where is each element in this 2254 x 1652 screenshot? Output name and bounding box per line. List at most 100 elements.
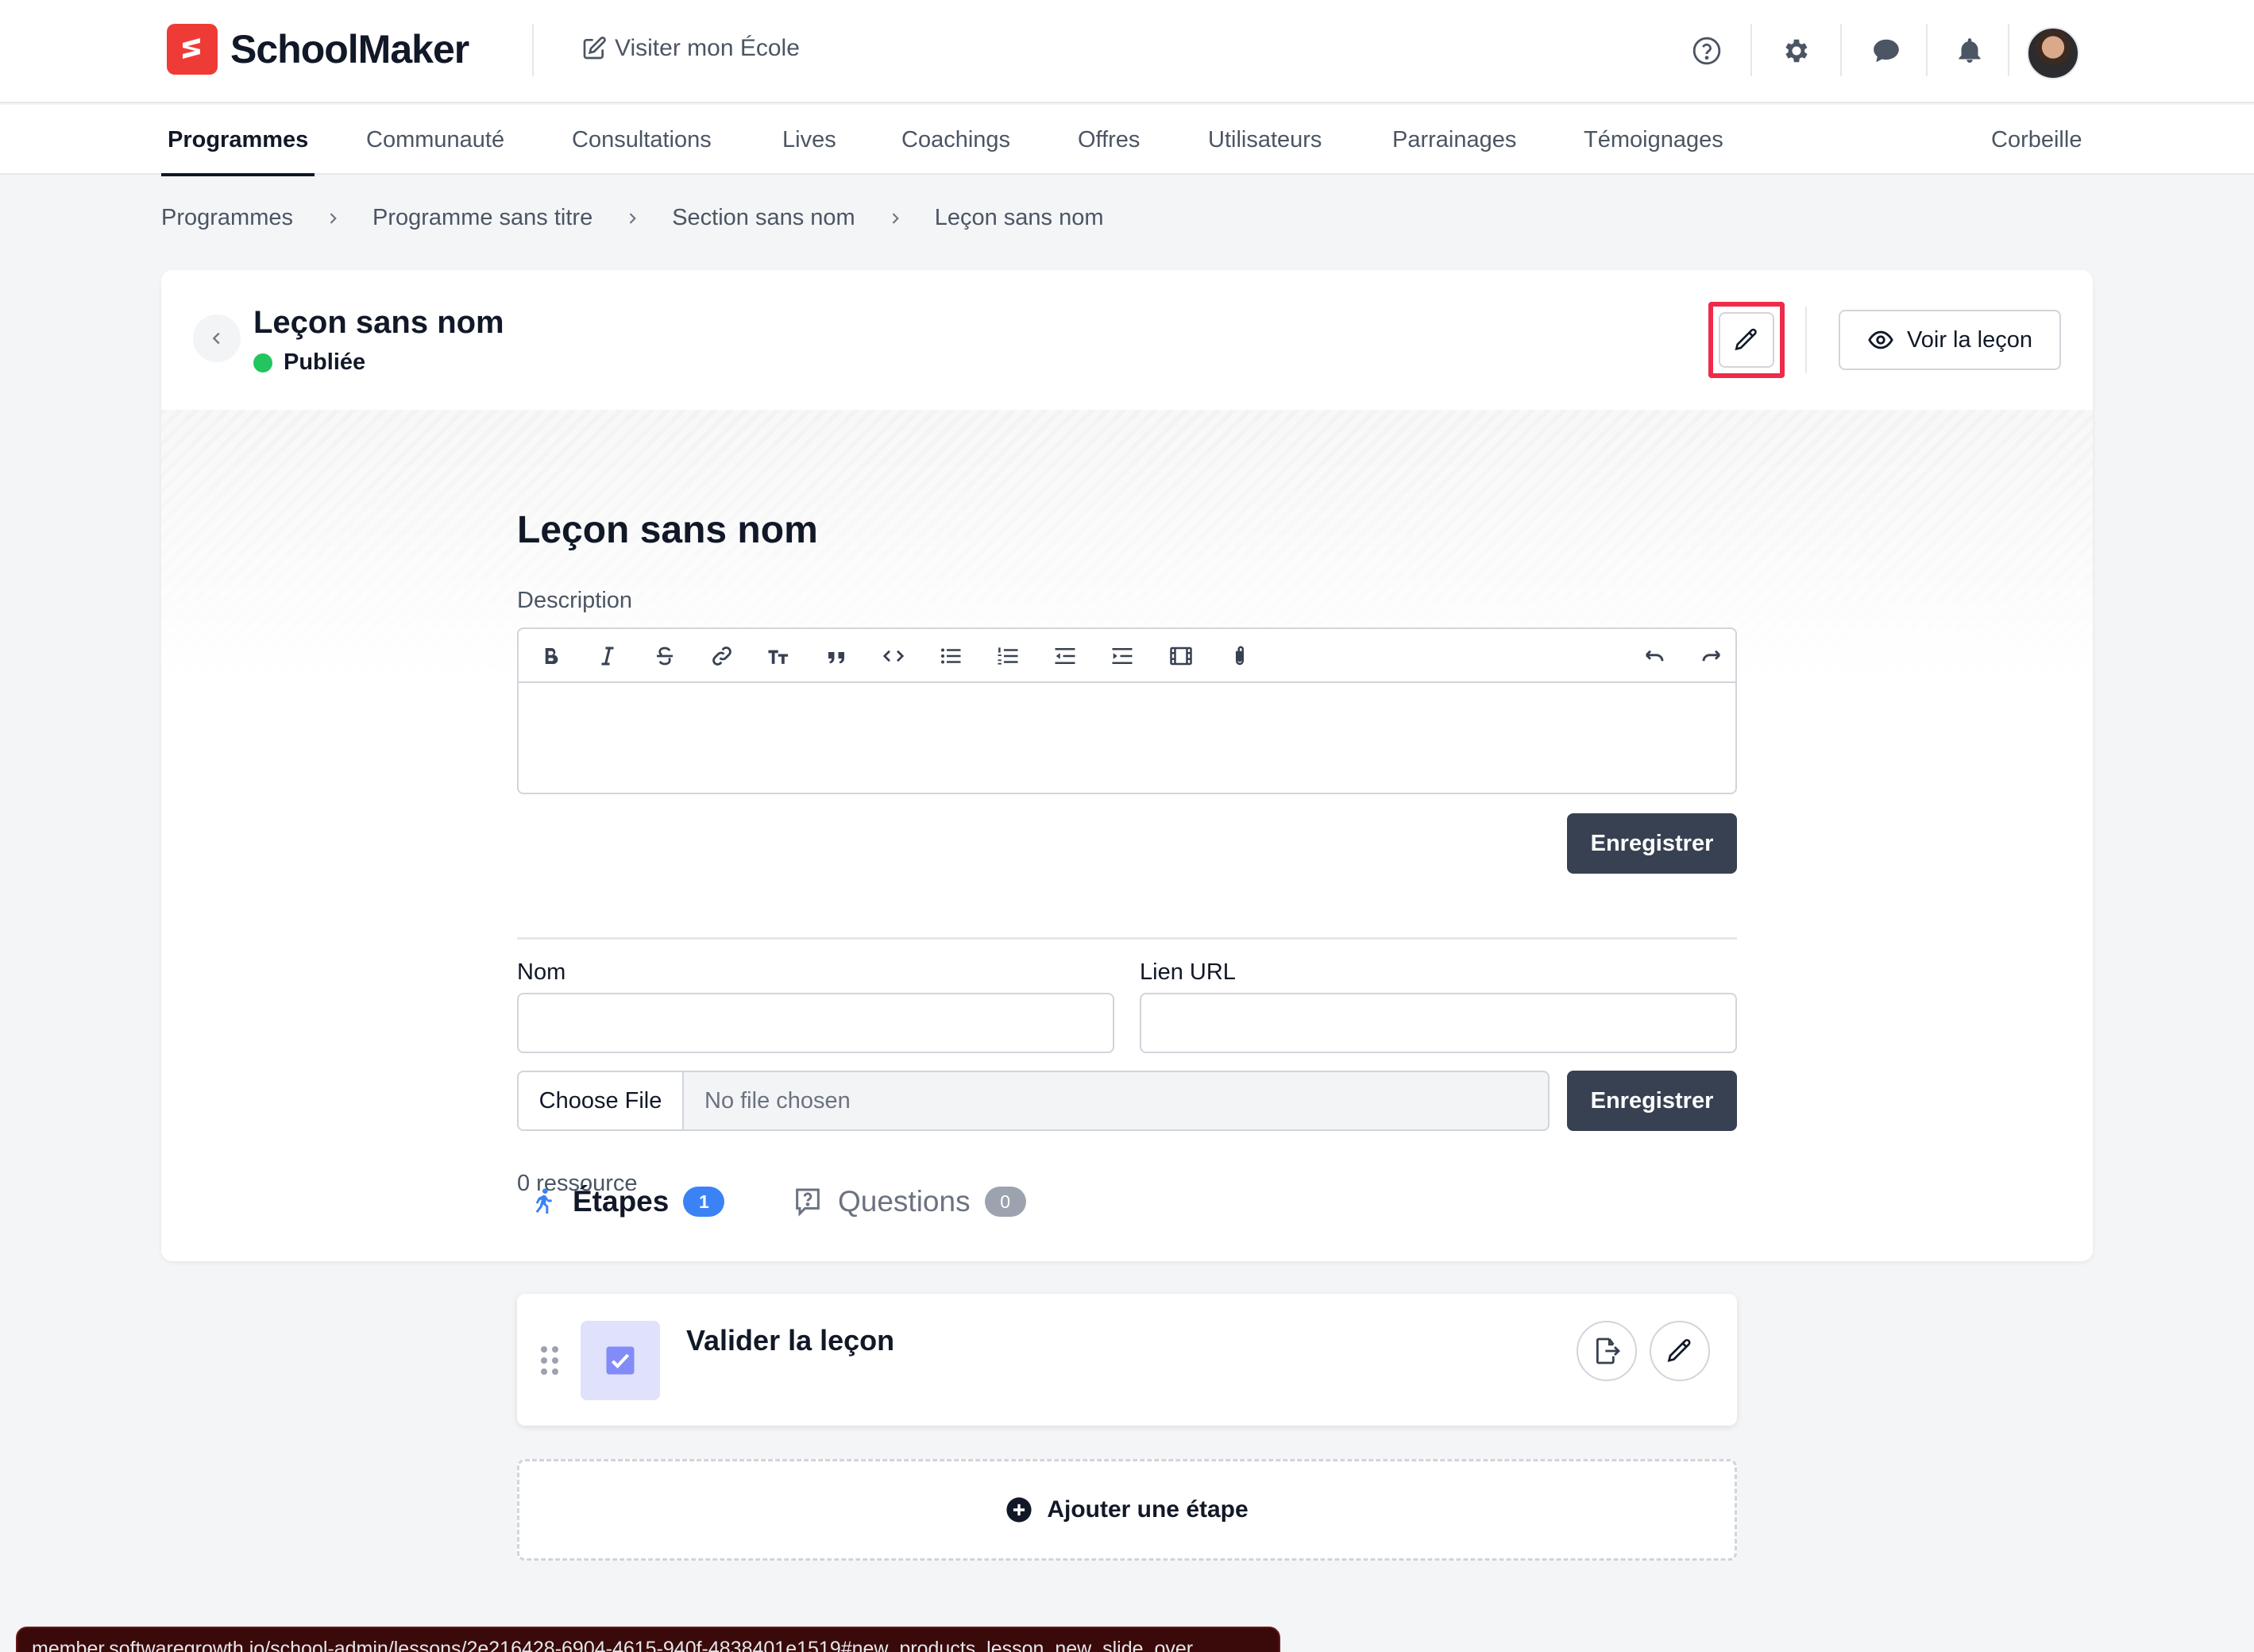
- edit-lesson-highlight: [1708, 302, 1785, 378]
- steps-count-badge: 1: [683, 1187, 725, 1217]
- heading-button[interactable]: [760, 637, 798, 675]
- breadcrumb: Programmes Programme sans titre Section …: [161, 205, 1104, 231]
- settings-button[interactable]: [1771, 25, 1822, 76]
- nav-consultations[interactable]: Consultations: [572, 105, 712, 175]
- nav-utilisateurs[interactable]: Utilisateurs: [1208, 105, 1322, 175]
- resource-name-input[interactable]: [517, 993, 1114, 1053]
- code-icon: [882, 650, 905, 662]
- icon-divider: [1750, 24, 1752, 76]
- top-bar: SchoolMaker Visiter mon École: [0, 0, 2254, 103]
- plus-circle-icon: [1006, 1497, 1032, 1523]
- save-description-button[interactable]: Enregistrer: [1567, 813, 1737, 874]
- nav-temoignages[interactable]: Témoignages: [1584, 105, 1723, 175]
- tab-questions[interactable]: Questions 0: [792, 1185, 1026, 1218]
- tab-etapes[interactable]: Étapes 1: [527, 1185, 725, 1218]
- chevron-right-icon: [887, 210, 903, 226]
- view-lesson-button[interactable]: Voir la leçon: [1839, 310, 2061, 370]
- strikethrough-button[interactable]: [646, 637, 684, 675]
- lesson-header: Leçon sans nom Publiée Voir la leçon: [161, 270, 2093, 410]
- redo-icon: [1702, 650, 1721, 662]
- visit-school-link[interactable]: Visiter mon École: [581, 35, 800, 62]
- description-text-area[interactable]: [519, 685, 1735, 794]
- tab-etapes-label: Étapes: [573, 1185, 670, 1218]
- italic-icon: [601, 647, 614, 666]
- nav-programmes[interactable]: Programmes: [160, 105, 315, 176]
- view-lesson-label: Voir la leçon: [1907, 326, 2032, 353]
- indent-icon: [1112, 648, 1133, 664]
- choose-file-button[interactable]: Choose File: [519, 1072, 684, 1129]
- redo-button[interactable]: [1692, 637, 1731, 675]
- quote-button[interactable]: [817, 637, 855, 675]
- nav-parrainages[interactable]: Parrainages: [1392, 105, 1516, 175]
- resource-url-input[interactable]: [1140, 993, 1737, 1053]
- chevron-right-icon: [624, 210, 640, 226]
- breadcrumb-item[interactable]: Programme sans titre: [372, 205, 592, 231]
- edit-step-button[interactable]: [1650, 1321, 1710, 1381]
- status-badge: Publiée: [253, 349, 365, 376]
- breadcrumb-item[interactable]: Programmes: [161, 205, 293, 231]
- drag-handle-icon[interactable]: [541, 1346, 558, 1375]
- editor-toolbar: [519, 629, 1735, 683]
- checkbox-icon: [606, 1346, 635, 1375]
- question-bubble-icon: [796, 1188, 820, 1217]
- heading-icon: [768, 650, 789, 664]
- paperclip-icon: [1236, 646, 1244, 666]
- numbered-list-button[interactable]: [989, 637, 1027, 675]
- icon-divider: [1840, 24, 1842, 76]
- header-divider: [1805, 307, 1807, 373]
- edit-lesson-button[interactable]: [1719, 312, 1774, 368]
- nav-communaute[interactable]: Communauté: [366, 105, 504, 175]
- external-edit-icon: [583, 37, 606, 60]
- list-item[interactable]: Valider la leçon: [517, 1294, 1737, 1426]
- indent-button[interactable]: [1103, 637, 1141, 675]
- help-icon: [1692, 37, 1721, 65]
- add-step-button[interactable]: Ajouter une étape: [517, 1459, 1737, 1561]
- attachment-button[interactable]: [1221, 637, 1259, 675]
- export-step-button[interactable]: [1577, 1321, 1637, 1381]
- back-button[interactable]: [193, 315, 241, 362]
- numbered-list-icon: [998, 647, 1018, 665]
- tab-questions-label: Questions: [838, 1185, 971, 1218]
- chat-icon: [1874, 39, 1899, 63]
- chevron-left-icon: [212, 332, 220, 345]
- brand-name: SchoolMaker: [230, 27, 469, 71]
- link-button[interactable]: [703, 637, 741, 675]
- outdent-icon: [1055, 648, 1075, 664]
- film-icon: [1170, 647, 1192, 666]
- save-resource-button[interactable]: Enregistrer: [1567, 1071, 1737, 1131]
- resource-file-input[interactable]: Choose File No file chosen: [517, 1071, 1550, 1131]
- code-button[interactable]: [874, 637, 913, 675]
- nav-lives[interactable]: Lives: [782, 105, 836, 175]
- gear-icon: [1785, 39, 1808, 63]
- resources-divider: [517, 937, 1737, 940]
- bullet-list-icon: [941, 648, 961, 664]
- chevron-right-icon: [325, 210, 341, 226]
- user-avatar[interactable]: [2027, 27, 2079, 79]
- visit-school-label: Visiter mon École: [615, 35, 800, 61]
- form-title: Leçon sans nom: [517, 509, 818, 551]
- notifications-button[interactable]: [1944, 25, 1995, 76]
- running-person-icon: [535, 1188, 552, 1214]
- nav-offres[interactable]: Offres: [1078, 105, 1140, 175]
- lesson-card: Leçon sans nom Publiée Voir la leçon Leç…: [161, 270, 2093, 1261]
- quote-icon: [828, 652, 844, 664]
- undo-button[interactable]: [1635, 637, 1673, 675]
- outdent-button[interactable]: [1046, 637, 1084, 675]
- eye-icon: [1868, 330, 1893, 349]
- italic-button[interactable]: [589, 637, 627, 675]
- nav-corbeille[interactable]: Corbeille: [1991, 105, 2082, 175]
- brand-logo[interactable]: SchoolMaker: [167, 24, 469, 75]
- messages-button[interactable]: [1861, 25, 1912, 76]
- bold-button[interactable]: [531, 637, 569, 675]
- questions-count-badge: 0: [984, 1187, 1026, 1217]
- nav-coachings[interactable]: Coachings: [901, 105, 1010, 175]
- strikethrough-icon: [657, 647, 673, 666]
- video-button[interactable]: [1162, 637, 1200, 675]
- main-nav: Programmes Communauté Consultations Live…: [0, 105, 2254, 176]
- bullet-list-button[interactable]: [932, 637, 970, 675]
- file-status: No file chosen: [704, 1087, 851, 1114]
- breadcrumb-current: Leçon sans nom: [934, 205, 1104, 230]
- help-button[interactable]: [1681, 25, 1732, 76]
- breadcrumb-item[interactable]: Section sans nom: [672, 205, 855, 231]
- lesson-title: Leçon sans nom: [253, 305, 504, 340]
